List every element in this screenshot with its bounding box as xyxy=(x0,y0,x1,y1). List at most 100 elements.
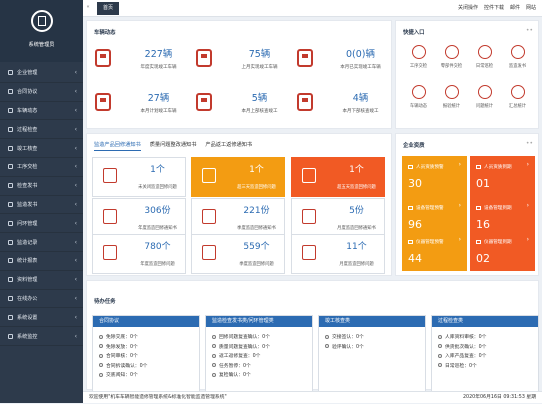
card-value: 01 xyxy=(476,177,490,190)
train-icon xyxy=(297,93,313,111)
arrow-icon: › xyxy=(458,202,461,209)
box-quarterly-notices[interactable]: 221份 季度监造回修通知书 xyxy=(191,198,285,238)
todo-item[interactable]: 复检确认：0个 xyxy=(212,370,306,380)
sidebar-item-records[interactable]: 监造记录 ‹ xyxy=(0,233,83,252)
box-annual-notices[interactable]: 306份 年度监造回修通知书 xyxy=(92,198,186,238)
todo-item[interactable]: 返工返修复查：0个 xyxy=(212,351,306,361)
stat-last-month[interactable]: 75辆 上月实现竣工车辆 xyxy=(188,39,301,82)
sidebar-item-office[interactable]: 在线办公 ‹ xyxy=(0,290,83,309)
todo-item[interactable]: 供货批次确认：0个 xyxy=(438,342,532,352)
sidebar-item-inspection-notice[interactable]: 检查发书 ‹ xyxy=(0,177,83,196)
menu-icon xyxy=(8,89,13,95)
card-instrument-expired[interactable]: 仪器管理到期 02 › xyxy=(470,231,535,271)
vehicle-title: 车辆动态 xyxy=(94,30,116,36)
staff-icon xyxy=(408,165,413,169)
stat-annual-completed[interactable]: 227辆 年度实现竣工车辆 xyxy=(87,39,200,82)
tab-rework-notice[interactable]: 产品返工返修通知书 xyxy=(205,141,252,151)
arrow-icon: › xyxy=(526,236,529,243)
todo-item[interactable]: 日常巡检：0个 xyxy=(438,361,532,371)
tab-repair-notice[interactable]: 监造产品回修通知书 xyxy=(94,141,141,151)
sidebar-item-issue[interactable]: 问环管理 ‹ xyxy=(0,214,83,234)
todo-item[interactable]: 质量问题复查确认：0个 xyxy=(212,342,306,352)
bullet-icon xyxy=(325,334,329,339)
vehicle-panel: 车辆动态 227辆 年度实现竣工车辆 75辆 上月实现竣工车辆 0(0)辆 本月已实现… xyxy=(86,20,392,129)
enterprise-title: 企业资质 xyxy=(403,143,425,149)
sidebar-item-label: 系统设置 xyxy=(17,314,38,321)
box-over-three-days[interactable]: 1个 超三天监造回修问题 xyxy=(191,157,285,197)
todo-item[interactable]: 合同拆读确认：0个 xyxy=(99,361,193,371)
box-value: 1个 xyxy=(249,165,264,175)
tab-home[interactable]: 首页 xyxy=(97,2,120,15)
more-icon[interactable]: •• xyxy=(526,27,533,34)
sidebar-item-handover[interactable]: 工序交检 ‹ xyxy=(0,158,83,177)
todo-item[interactable]: 免除交底：0个 xyxy=(99,332,193,342)
todo-item[interactable]: 任务暂停：0个 xyxy=(212,361,306,371)
download-button[interactable]: 控件下载 xyxy=(484,4,504,11)
box-value: 221份 xyxy=(243,206,270,216)
website-button[interactable]: 网站 xyxy=(526,4,536,11)
todo-item[interactable]: 免除发放：0个 xyxy=(99,342,193,352)
sidebar-item-completion[interactable]: 竣工核查 ‹ xyxy=(0,139,83,158)
stat-planned[interactable]: 27辆 本月计划竣工车辆 xyxy=(87,83,200,126)
menu-icon xyxy=(8,239,13,245)
todo-item[interactable]: 人库资料审核：0个 xyxy=(438,332,532,342)
todo-item[interactable]: 入库产品复查：0个 xyxy=(438,351,532,361)
more-icon[interactable]: •• xyxy=(526,140,533,147)
box-open-issues[interactable]: 1个 未关闭监造回修问题 xyxy=(92,157,186,197)
stat-this-month[interactable]: 0(0)辆 本月已实现竣工车辆 xyxy=(289,39,402,82)
repair-icon xyxy=(103,209,117,224)
menu-icon xyxy=(8,145,13,151)
quick-issue-stats[interactable]: 问题统计 xyxy=(468,85,501,135)
todo-inspection: 监造检查发书类/问环管理类 回修问题复查确认：0个 质量问题复查确认：0个 返工… xyxy=(205,315,313,395)
todo-item[interactable]: 合同审核：0个 xyxy=(99,351,193,361)
train-icon xyxy=(196,93,212,111)
todo-item[interactable]: 交接签认：0个 xyxy=(325,332,419,342)
datetime: 2020年06月16日 09:31:53 星期 xyxy=(463,395,536,400)
todo-item-text: 交接签认：0个 xyxy=(332,335,364,341)
sidebar-item-process-check[interactable]: 过程检查 ‹ xyxy=(0,120,83,140)
quick-report-stats[interactable]: 报验统计 xyxy=(435,85,468,135)
quick-label: 车辆动态 xyxy=(409,104,428,109)
sidebar-item-settings[interactable]: 系统设置 ‹ xyxy=(0,308,83,328)
box-value: 1个 xyxy=(150,165,165,175)
gear-icon xyxy=(411,45,426,59)
todo-item[interactable]: 交底阅知：0个 xyxy=(99,370,193,380)
box-monthly-notices[interactable]: 5份 月度监造回修通知书 xyxy=(291,198,385,238)
todo-item-text: 免除交底：0个 xyxy=(106,335,138,341)
alarm-icon xyxy=(202,168,216,183)
bullet-icon xyxy=(438,344,442,349)
quick-summary[interactable]: 汇总统计 xyxy=(501,85,534,135)
train-icon xyxy=(196,49,212,67)
sidebar-item-monitor[interactable]: 系统监控 ‹ xyxy=(0,327,83,346)
repair-icon xyxy=(202,245,216,260)
todo-item[interactable]: 回修问题复查确认：0个 xyxy=(212,332,306,342)
tab-quality-notice[interactable]: 质量问题整改通知书 xyxy=(150,141,197,151)
mail-button[interactable]: 邮件 xyxy=(510,4,520,11)
sidebar-item-supervision-notice[interactable]: 监造发书 ‹ xyxy=(0,196,83,215)
sidebar-item-reports[interactable]: 统计报表 ‹ xyxy=(0,252,83,271)
stat-upper-check[interactable]: 5辆 本月上部核查竣工 xyxy=(188,83,301,126)
box-value: 780个 xyxy=(144,242,171,252)
todo-item[interactable]: 验评确认：0个 xyxy=(325,342,419,352)
menu-icon xyxy=(8,183,13,189)
sidebar-item-enterprise[interactable]: 企业管理 ‹ xyxy=(0,64,83,83)
stat-label: 本月下部核查竣工 xyxy=(342,109,379,114)
box-quarterly-issues[interactable]: 559个 季度监造回修问题 xyxy=(191,234,285,274)
stat-lower-check[interactable]: 4辆 本月下部核查竣工 xyxy=(289,83,402,126)
quick-vehicle[interactable]: 车辆动态 xyxy=(402,85,435,135)
card-instrument-warning[interactable]: 仪器管理预警 44 › xyxy=(402,231,467,271)
box-monthly-issues[interactable]: 11个 月度监造回修问题 xyxy=(291,234,385,274)
quick-label: 工序交检 xyxy=(409,64,428,69)
close-tabs-button[interactable]: 关闭操作 xyxy=(458,4,478,11)
box-annual-issues[interactable]: 780个 年度监造回修问题 xyxy=(92,234,186,274)
sidebar-item-contract[interactable]: 合同协议 ‹ xyxy=(0,83,83,102)
sidebar-item-vehicle[interactable]: 车辆动态 ‹ xyxy=(0,102,83,121)
card-value: 30 xyxy=(408,177,422,190)
todo-item-text: 入库产品复查：0个 xyxy=(445,354,487,360)
box-over-five-days[interactable]: 1个 超五天监造回修问题 xyxy=(291,157,385,197)
sidebar-item-documents[interactable]: 资料管理 ‹ xyxy=(0,271,83,290)
tab-scroll-left-icon[interactable]: « xyxy=(83,4,93,10)
user-role[interactable]: 系统管理员 xyxy=(0,41,83,48)
menu-icon xyxy=(8,220,13,226)
chevron-left-icon: ‹ xyxy=(74,69,77,77)
